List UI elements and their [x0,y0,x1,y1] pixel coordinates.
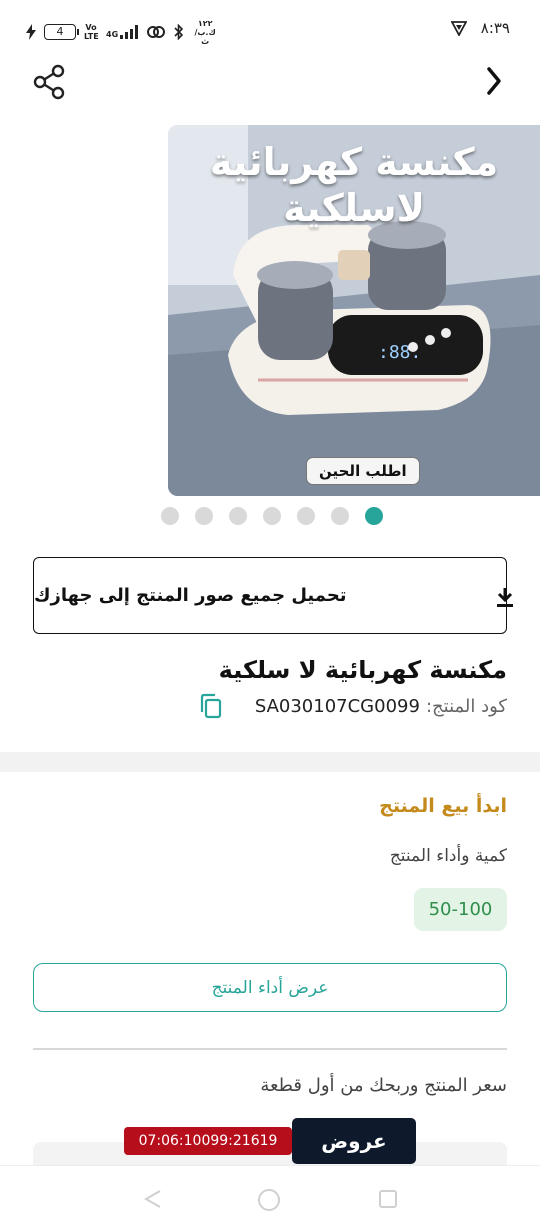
image-title-line2: لاسلكية [283,186,425,230]
view-performance-button[interactable]: عرض أداء المنتج [33,963,507,1012]
offers-button[interactable]: عروض [292,1118,416,1164]
battery-level: 4 [56,25,64,38]
data-speed: ١٢٢ ك.ب/ث [194,18,216,46]
download-label: تحميل جميع صور المنتج إلى جهازك [34,585,347,606]
download-all-images-button[interactable]: تحميل جميع صور المنتج إلى جهازك [33,557,513,634]
start-selling-title: ابدأ بيع المنتج [379,795,507,817]
product-image[interactable]: :88. مكنسة كهربائية لاسلكية اطلب الحين [168,125,540,496]
volte-indicator: Vo LTE [84,23,99,41]
status-bar: 4 Vo LTE 4G ١٢٢ ك.ب/ث ٨:٣٩ [0,0,540,62]
share-icon [33,64,65,100]
nav-recents-icon[interactable] [377,1188,399,1210]
image-order-badge: اطلب الحين [306,457,420,485]
carousel-dots [161,507,383,525]
price-profit-label: سعر المنتج وربحك من أول قطعة [260,1075,507,1096]
carousel-dot[interactable] [263,507,281,525]
product-code-row: كود المنتج: SA030107CG0099 [199,693,507,719]
status-bar-right: ٨:٣٩ [450,19,510,37]
vpn-shield-icon [450,21,467,36]
offers-timer: 07:06:10099:21619 [124,1127,292,1155]
product-name: مكنسة كهربائية لا سلكية [218,656,507,684]
status-bar-left: 4 Vo LTE 4G ١٢٢ ك.ب/ث [26,18,218,46]
carousel-dot[interactable] [297,507,315,525]
network-indicator: 4G [106,25,139,39]
carousel-dot[interactable] [331,507,349,525]
share-button[interactable] [30,62,70,102]
nav-home-icon[interactable] [257,1188,281,1212]
system-nav-bar [0,1165,540,1230]
download-icon [497,588,513,607]
carousel-dot[interactable] [161,507,179,525]
hotspot-link-icon [147,26,166,38]
carousel-dot[interactable] [195,507,213,525]
section-divider [0,752,540,772]
product-code-value: SA030107CG0099 [254,695,420,717]
divider [33,1048,507,1050]
copy-icon[interactable] [199,693,223,719]
network-type: 4G [106,30,119,39]
nav-back-icon[interactable] [142,1188,164,1210]
chevron-right-icon [487,67,501,95]
carousel-dot[interactable] [229,507,247,525]
clock: ٨:٣٩ [480,19,510,37]
back-button[interactable] [484,64,506,98]
product-code-label: كود المنتج: [425,695,507,717]
quantity-range-chip[interactable]: 50-100 [414,888,507,931]
signal-icon [120,25,139,39]
charging-icon [26,24,36,40]
image-title: مكنسة كهربائية لاسلكية [168,139,540,231]
quantity-performance-label: كمية وأداء المنتج [389,846,507,866]
carousel-dot-active[interactable] [365,507,383,525]
bluetooth-icon [174,24,184,40]
image-title-line1: مكنسة كهربائية [209,140,499,184]
battery-icon: 4 [44,24,79,40]
